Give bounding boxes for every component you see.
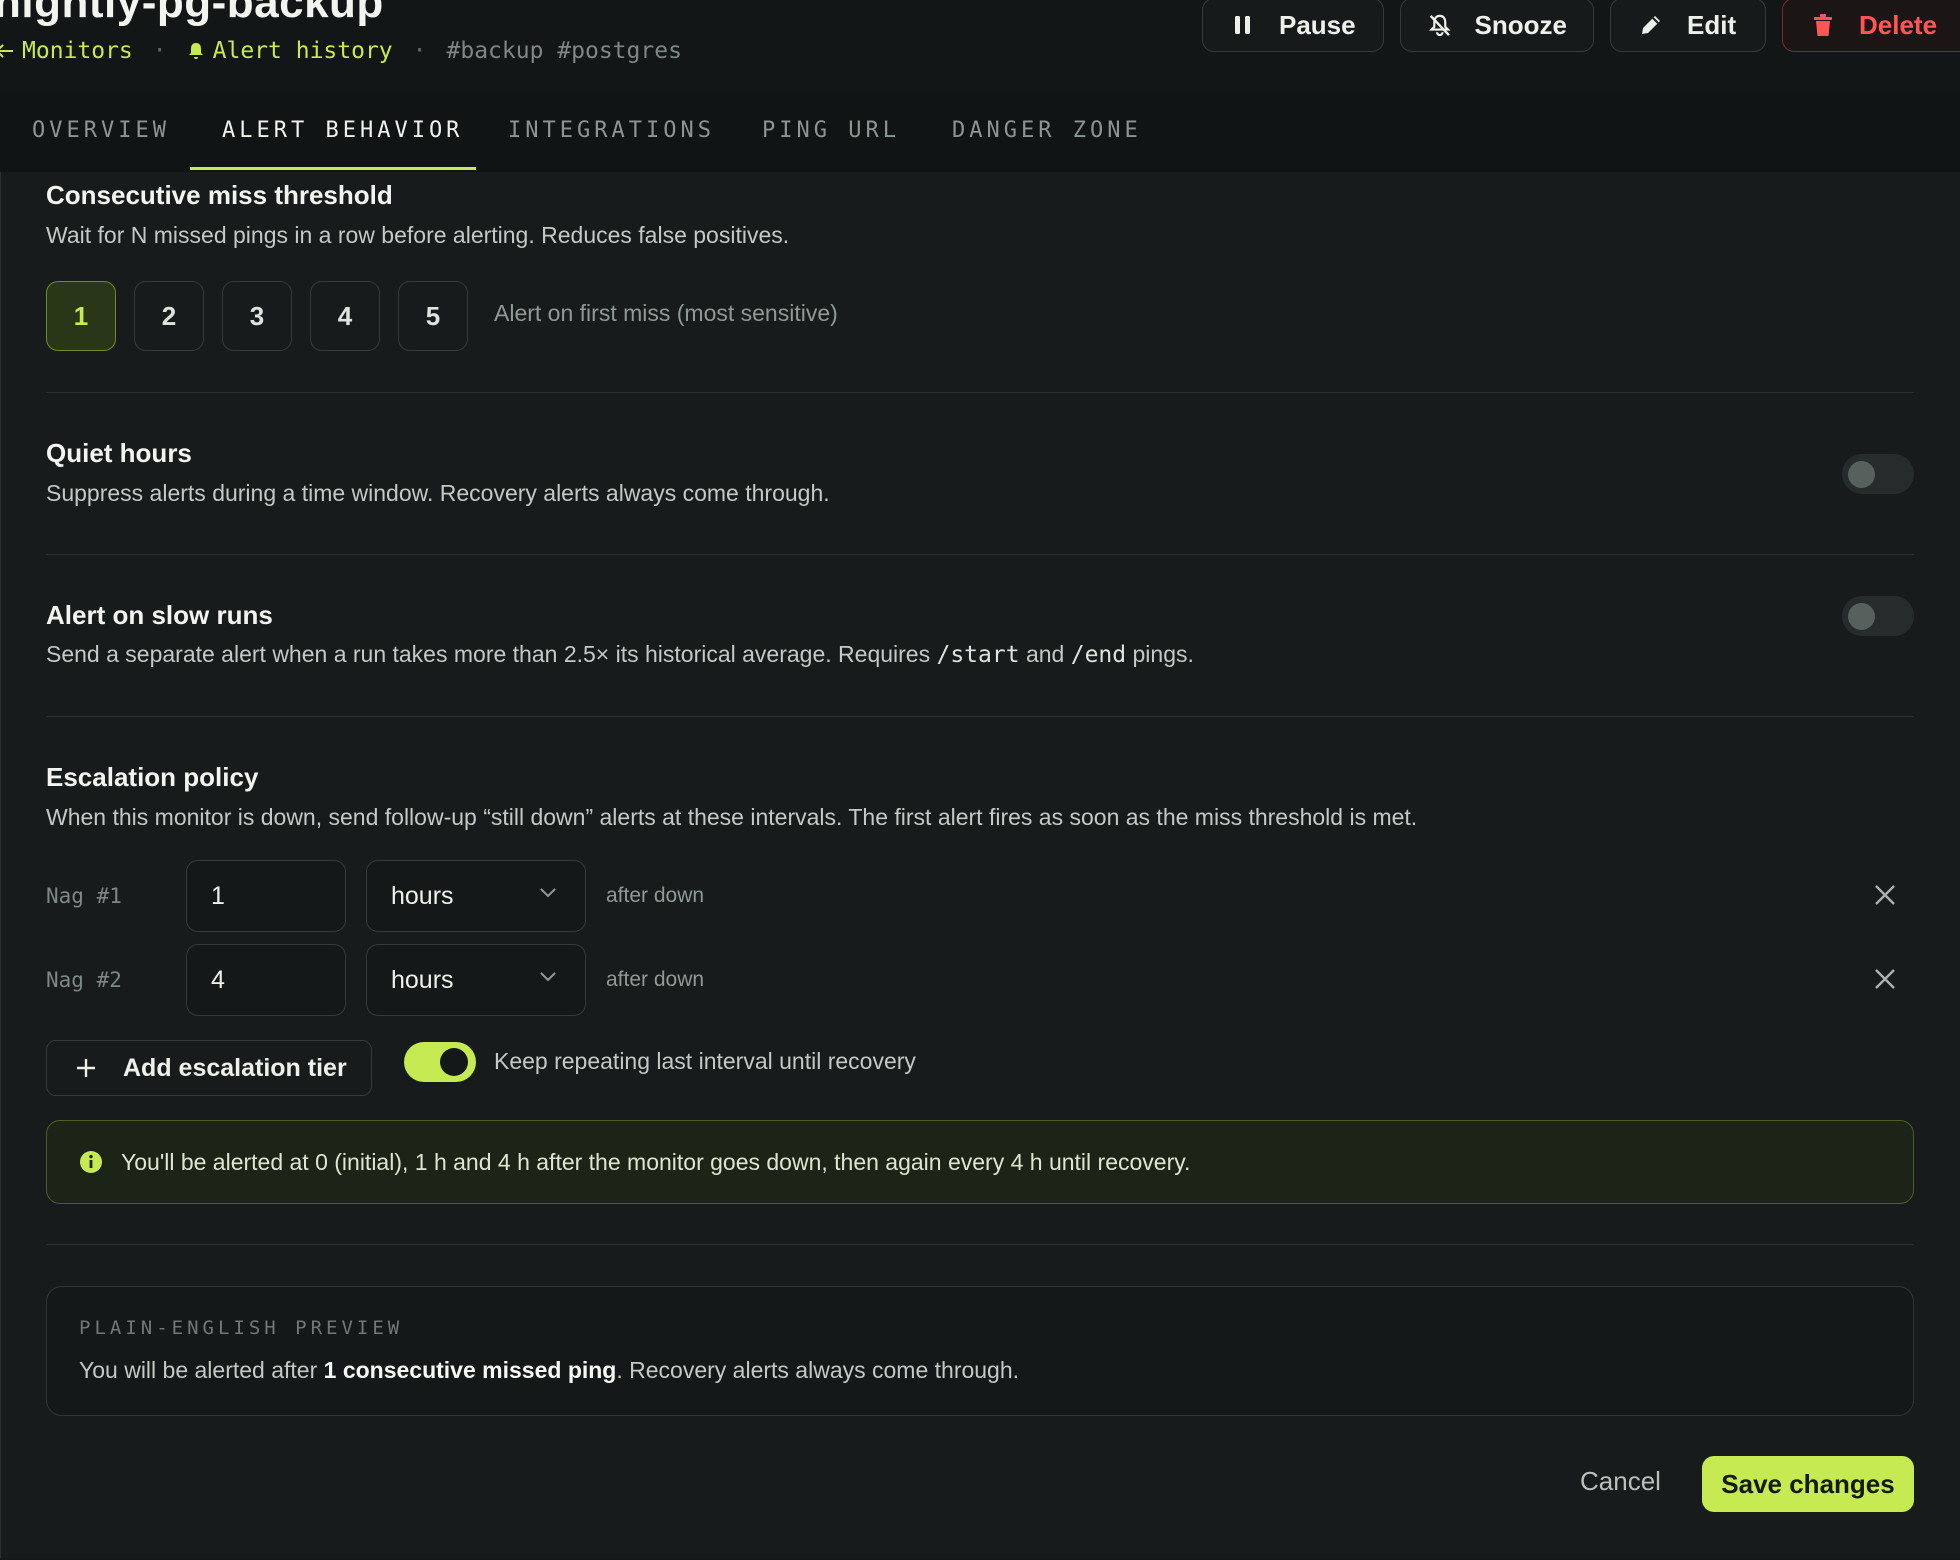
threshold-description: Wait for N missed pings in a row before … xyxy=(46,222,790,248)
nag-2-label: Nag #2 xyxy=(46,968,122,992)
snooze-button-label: Snooze xyxy=(1474,9,1567,40)
slow-runs-text: Send a separate alert when a run takes m… xyxy=(46,641,937,667)
threshold-option-4[interactable]: 4 xyxy=(310,281,380,351)
monitors-link-label: Monitors xyxy=(22,38,133,64)
threshold-option-5[interactable]: 5 xyxy=(398,281,468,351)
toggle-knob xyxy=(1848,461,1875,488)
monitor-tags: #backup #postgres xyxy=(446,38,682,64)
threshold-option-1[interactable]: 1 xyxy=(46,281,116,351)
preview-caption: PLAIN-ENGLISH PREVIEW xyxy=(79,1317,404,1339)
delete-button-label: Delete xyxy=(1859,9,1938,40)
remove-nag-2-close-icon[interactable] xyxy=(1872,966,1898,992)
threshold-note: Alert on first miss (most sensitive) xyxy=(494,300,838,326)
pause-button[interactable]: Pause xyxy=(1202,0,1384,52)
breadcrumb-separator: · xyxy=(412,38,427,64)
tab-integrations[interactable]: INTEGRATIONS xyxy=(508,118,715,143)
nag-1-label: Nag #1 xyxy=(46,884,122,908)
preview-text-post: . Recovery alerts always come through. xyxy=(616,1357,1020,1383)
preview-text: You will be alerted after 1 consecutive … xyxy=(79,1357,1019,1384)
keep-repeating-toggle[interactable] xyxy=(404,1042,476,1082)
pencil-icon xyxy=(1642,16,1660,34)
slow-runs-description: Send a separate alert when a run takes m… xyxy=(46,641,1194,668)
pause-icon xyxy=(1235,16,1250,34)
tab-overview[interactable]: OVERVIEW xyxy=(32,118,170,143)
nag-2-unit-value: hours xyxy=(391,965,454,994)
monitor-header: nightly-pg-backup Monitors · Alert histo… xyxy=(0,0,1960,93)
tab-alert-behavior[interactable]: ALERT BEHAVIOR xyxy=(222,118,463,143)
nag-1-unit-value: hours xyxy=(391,881,454,910)
toggle-knob xyxy=(1848,603,1875,630)
divider xyxy=(46,554,1914,555)
snooze-button[interactable]: Snooze xyxy=(1400,0,1594,52)
quiet-hours-title: Quiet hours xyxy=(46,438,192,468)
breadcrumb-separator: · xyxy=(152,38,167,64)
tab-danger-zone[interactable]: DANGER ZONE xyxy=(952,118,1142,143)
monitors-link[interactable]: Monitors xyxy=(0,38,133,64)
escalation-title: Escalation policy xyxy=(46,762,259,792)
start-endpoint-code: /start xyxy=(936,642,1020,668)
nag-1-value-input[interactable]: 1 xyxy=(186,860,346,932)
bell-icon xyxy=(188,43,203,59)
chevron-down-icon xyxy=(540,972,556,982)
chevron-down-icon xyxy=(540,888,556,898)
arrow-left-icon xyxy=(0,44,13,58)
divider xyxy=(46,1244,1914,1245)
threshold-option-3[interactable]: 3 xyxy=(222,281,292,351)
breadcrumb: Monitors · Alert history · #backup #post… xyxy=(0,36,682,66)
preview-text-bold: 1 consecutive missed ping xyxy=(323,1357,617,1383)
slow-runs-text: and xyxy=(1019,641,1071,667)
alert-history-link-label: Alert history xyxy=(212,38,393,64)
cancel-button[interactable]: Cancel xyxy=(1580,1466,1661,1497)
add-escalation-tier-label: Add escalation tier xyxy=(123,1053,347,1082)
pause-button-label: Pause xyxy=(1279,9,1356,40)
toggle-knob xyxy=(440,1048,468,1076)
plus-icon xyxy=(77,1059,95,1077)
plain-english-preview: PLAIN-ENGLISH PREVIEW You will be alerte… xyxy=(46,1286,1914,1416)
slow-runs-title: Alert on slow runs xyxy=(46,600,273,630)
threshold-option-2[interactable]: 2 xyxy=(134,281,204,351)
slow-runs-text: pings. xyxy=(1126,641,1194,667)
slow-runs-toggle[interactable] xyxy=(1842,596,1914,636)
active-tab-indicator xyxy=(190,167,476,170)
keep-repeating-label: Keep repeating last interval until recov… xyxy=(494,1048,916,1074)
tab-bar: OVERVIEW ALERT BEHAVIOR INTEGRATIONS PIN… xyxy=(0,92,1960,173)
nag-2-unit-select[interactable]: hours xyxy=(366,944,586,1016)
quiet-hours-toggle[interactable] xyxy=(1842,454,1914,494)
edit-button[interactable]: Edit xyxy=(1610,0,1766,52)
quiet-hours-description: Suppress alerts during a time window. Re… xyxy=(46,480,830,506)
tab-ping-url[interactable]: PING URL xyxy=(762,118,900,143)
divider xyxy=(46,392,1914,393)
end-endpoint-code: /end xyxy=(1070,642,1127,668)
delete-button[interactable]: Delete xyxy=(1782,0,1960,52)
edit-button-label: Edit xyxy=(1687,9,1737,40)
add-escalation-tier-button[interactable]: Add escalation tier xyxy=(46,1040,372,1096)
escalation-description: When this monitor is down, send follow-u… xyxy=(46,804,1418,830)
nag-2-suffix: after down xyxy=(606,968,705,991)
info-icon xyxy=(80,1151,102,1173)
remove-nag-1-close-icon[interactable] xyxy=(1872,882,1898,908)
escalation-info-banner: You'll be alerted at 0 (initial), 1 h an… xyxy=(46,1120,1914,1204)
nag-1-unit-select[interactable]: hours xyxy=(366,860,586,932)
escalation-info-text: You'll be alerted at 0 (initial), 1 h an… xyxy=(121,1148,1191,1175)
page-title: nightly-pg-backup xyxy=(0,0,384,27)
nag-1-suffix: after down xyxy=(606,884,705,907)
divider xyxy=(46,716,1914,717)
bell-off-icon xyxy=(1428,14,1451,37)
nag-2-value-input[interactable]: 4 xyxy=(186,944,346,1016)
alert-history-link[interactable]: Alert history xyxy=(187,38,393,64)
threshold-title: Consecutive miss threshold xyxy=(46,180,393,210)
trash-icon xyxy=(1814,14,1832,36)
preview-text-pre: You will be alerted after xyxy=(79,1357,324,1383)
save-changes-button[interactable]: Save changes xyxy=(1702,1456,1914,1512)
